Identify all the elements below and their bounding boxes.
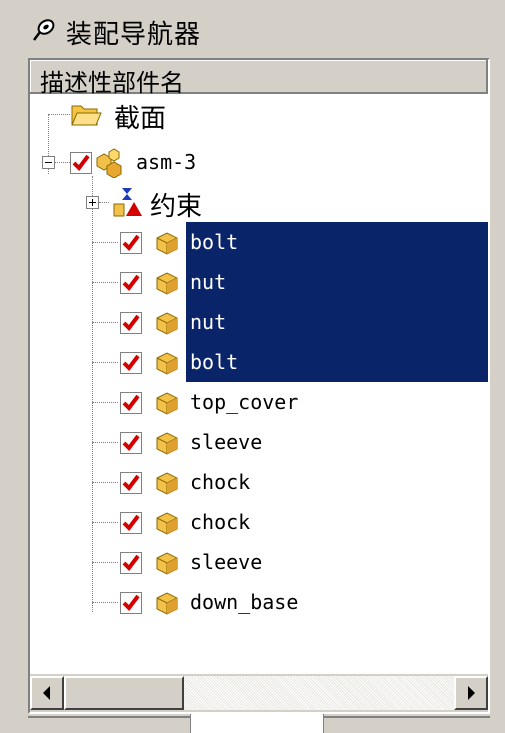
tree-line bbox=[92, 322, 118, 323]
constraint-icon bbox=[113, 188, 142, 217]
part-icon bbox=[156, 432, 178, 455]
checkbox-checked-icon[interactable] bbox=[120, 312, 142, 334]
checkbox-checked-icon[interactable] bbox=[120, 472, 142, 494]
tree-node-root-assembly[interactable]: asm-3 bbox=[30, 142, 488, 182]
part-icon bbox=[156, 272, 178, 295]
part-icon bbox=[156, 312, 178, 335]
assembly-navigator-panel: 描述性部件名 截面 asm-3 约束 bolt nut nut bolt top… bbox=[28, 58, 490, 714]
column-header-label: 描述性部件名 bbox=[40, 69, 184, 97]
tree-line bbox=[92, 442, 118, 443]
assembly-tree: 截面 asm-3 约束 bolt nut nut bolt top_cover … bbox=[30, 94, 488, 674]
tree-node-label: sleeve bbox=[190, 550, 263, 574]
tree-node-part[interactable]: nut bbox=[30, 302, 488, 342]
tree-line bbox=[92, 242, 118, 243]
expand-toggle[interactable] bbox=[86, 196, 99, 209]
tree-line bbox=[92, 282, 118, 283]
horizontal-scrollbar[interactable] bbox=[30, 674, 488, 712]
part-icon bbox=[156, 552, 178, 575]
tree-node-label: top_cover bbox=[190, 390, 299, 414]
tree-line bbox=[92, 562, 118, 563]
tree-node-part[interactable]: chock bbox=[30, 502, 488, 542]
column-header-part-name[interactable]: 描述性部件名 bbox=[30, 60, 488, 97]
tree-node-part[interactable]: chock bbox=[30, 462, 488, 502]
checkbox-checked-icon[interactable] bbox=[120, 272, 142, 294]
part-icon bbox=[156, 472, 178, 495]
tree-node-label: bolt bbox=[190, 350, 239, 374]
scrollbar-thumb[interactable] bbox=[64, 676, 184, 710]
checkbox-checked-icon[interactable] bbox=[120, 432, 142, 454]
checkbox-checked-icon[interactable] bbox=[120, 552, 142, 574]
tree-node-part[interactable]: down_base bbox=[30, 582, 488, 622]
part-icon bbox=[156, 392, 178, 415]
tree-line bbox=[92, 402, 118, 403]
tree-node-part[interactable]: sleeve bbox=[30, 542, 488, 582]
tree-line bbox=[92, 522, 118, 523]
bottom-tab[interactable] bbox=[190, 714, 324, 733]
checkbox-checked-icon[interactable] bbox=[70, 152, 92, 174]
checkbox-checked-icon[interactable] bbox=[120, 232, 142, 254]
tree-node-label: chock bbox=[190, 510, 251, 534]
tree-node-section[interactable]: 截面 bbox=[30, 94, 488, 134]
arrow-left-icon bbox=[43, 686, 50, 700]
tree-node-part[interactable]: bolt bbox=[30, 222, 488, 262]
tree-node-part[interactable]: bolt bbox=[30, 342, 488, 382]
tree-line bbox=[99, 202, 109, 203]
tree-node-label: down_base bbox=[190, 590, 299, 614]
tree-node-label: chock bbox=[190, 470, 251, 494]
tree-node-label: nut bbox=[190, 270, 227, 294]
tree-node-part[interactable]: nut bbox=[30, 262, 488, 302]
navigator-titlebar: 装配导航器 bbox=[0, 0, 505, 58]
tree-node-label: sleeve bbox=[190, 430, 263, 454]
part-icon bbox=[156, 512, 178, 535]
part-icon bbox=[156, 232, 178, 255]
checkbox-checked-icon[interactable] bbox=[120, 512, 142, 534]
tree-node-constraints[interactable]: 约束 bbox=[30, 182, 488, 222]
tree-line bbox=[92, 482, 118, 483]
folder-open-icon bbox=[71, 105, 102, 126]
tree-node-label: bolt bbox=[190, 230, 239, 254]
selection-highlight bbox=[186, 262, 488, 302]
scroll-left-button[interactable] bbox=[30, 676, 64, 710]
tree-line bbox=[92, 602, 118, 603]
tree-node-label: nut bbox=[190, 310, 227, 334]
scroll-right-button[interactable] bbox=[454, 676, 488, 710]
tree-node-label: 截面 bbox=[114, 104, 167, 134]
tree-node-part[interactable]: top_cover bbox=[30, 382, 488, 422]
assembly-icon bbox=[96, 148, 122, 178]
checkbox-checked-icon[interactable] bbox=[120, 392, 142, 414]
tree-line bbox=[92, 362, 118, 363]
tree-node-part[interactable]: sleeve bbox=[30, 422, 488, 462]
pin-icon bbox=[33, 19, 55, 41]
tree-node-label: asm-3 bbox=[136, 150, 197, 174]
window-title: 装配导航器 bbox=[66, 20, 202, 50]
checkbox-checked-icon[interactable] bbox=[120, 352, 142, 374]
selection-highlight bbox=[186, 302, 488, 342]
arrow-right-icon bbox=[468, 686, 475, 700]
part-icon bbox=[156, 592, 178, 615]
checkbox-checked-icon[interactable] bbox=[120, 592, 142, 614]
part-icon bbox=[156, 352, 178, 375]
collapse-toggle[interactable] bbox=[42, 156, 55, 169]
tree-node-label: 约束 bbox=[150, 192, 203, 222]
